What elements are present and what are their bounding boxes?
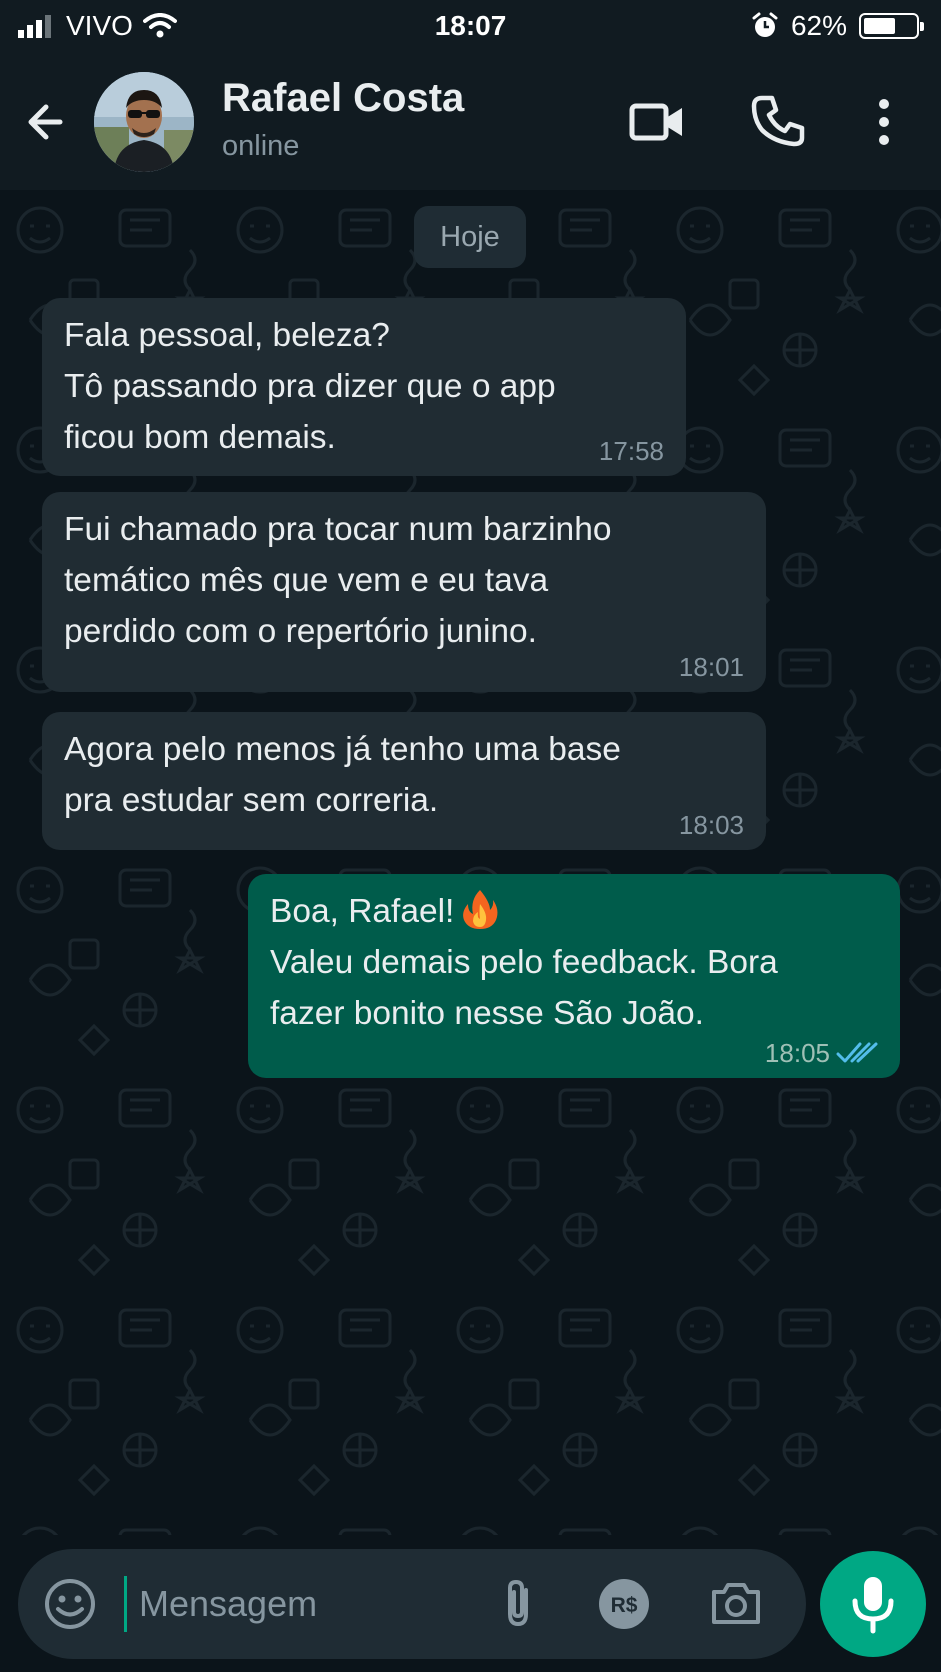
mic-button[interactable] — [820, 1551, 926, 1657]
battery-icon — [859, 13, 924, 39]
message-bubble-outgoing[interactable]: Boa, Rafael! Valeu demais pelo feedback.… — [248, 874, 900, 1078]
alarm-icon — [752, 12, 778, 37]
status-bar: VIVO 18:07 62% — [0, 0, 941, 56]
message-time: 17:58 — [598, 436, 664, 466]
message-text: Valeu demais pelo feedback. Bora fazer b… — [270, 944, 778, 1032]
back-arrow-icon[interactable] — [20, 94, 76, 150]
chat-area[interactable]: Hoje Fala pessoal, beleza? Tô passando p… — [0, 190, 941, 1535]
attach-icon[interactable] — [490, 1574, 550, 1634]
top-bar: VIVO 18:07 62% Rafael Costa online — [0, 0, 941, 190]
fire-emoji-icon — [463, 890, 498, 929]
read-receipt-icon — [836, 1042, 878, 1063]
phone-icon[interactable] — [748, 92, 808, 152]
emoji-icon[interactable] — [40, 1574, 100, 1634]
battery-percent: 62% — [790, 10, 847, 41]
message-time: 18:03 — [678, 810, 744, 840]
video-call-icon[interactable] — [628, 92, 688, 152]
mic-icon — [852, 1577, 894, 1634]
message-first-line: Boa, Rafael! — [270, 886, 878, 937]
chat-header: Rafael Costa online — [0, 56, 941, 190]
message-text: Fala pessoal, beleza? Tô passando pra di… — [64, 317, 556, 456]
message-composer: R$ — [0, 1535, 941, 1672]
avatar[interactable] — [94, 72, 194, 172]
svg-text:R$: R$ — [611, 1594, 638, 1617]
status-right: 62% — [751, 10, 924, 42]
message-time: 18:05 — [764, 1038, 830, 1068]
avatar-photo — [94, 72, 194, 172]
more-options-icon[interactable] — [854, 92, 914, 152]
message-text: Fui chamado pra tocar num barzinho temát… — [64, 511, 612, 650]
date-chip: Hoje — [414, 206, 526, 268]
message-input[interactable] — [124, 1576, 484, 1632]
contact-status: online — [222, 130, 300, 162]
battery-level — [864, 18, 895, 34]
message-text-line1: Boa, Rafael! — [270, 893, 455, 930]
contact-name[interactable]: Rafael Costa — [222, 76, 464, 121]
input-pill: R$ — [18, 1549, 806, 1659]
message-bubble-incoming[interactable]: Agora pelo menos já tenho uma base pra e… — [42, 712, 766, 850]
battery-cap — [920, 22, 924, 31]
message-time: 18:01 — [678, 652, 744, 682]
message-text: Agora pelo menos já tenho uma base pra e… — [64, 731, 621, 819]
payment-icon[interactable]: R$ — [594, 1574, 654, 1634]
message-bubble-incoming[interactable]: Fui chamado pra tocar num barzinho temát… — [42, 492, 766, 692]
message-bubble-incoming[interactable]: Fala pessoal, beleza? Tô passando pra di… — [42, 298, 686, 476]
camera-icon[interactable] — [706, 1574, 766, 1634]
